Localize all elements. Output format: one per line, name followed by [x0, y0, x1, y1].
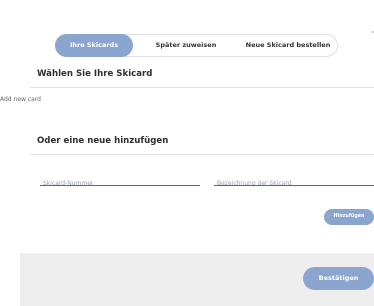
skicard-name-field: [214, 170, 374, 191]
skicard-name-input[interactable]: [214, 176, 374, 191]
skicard-number-field: [40, 170, 203, 191]
select-skicard-heading: Wählen Sie Ihre Skicard: [37, 69, 153, 79]
tab-assign-later[interactable]: Später zuweisen: [146, 34, 226, 57]
section-divider: [30, 154, 374, 155]
tab-order-new-skicard[interactable]: Neue Skicard bestellen: [243, 34, 333, 57]
section-divider: [30, 87, 374, 88]
add-new-heading: Oder eine neue hinzufügen: [37, 136, 169, 146]
tab-my-skicards[interactable]: Ihre Skicards: [55, 34, 133, 57]
add-new-card-link[interactable]: Add new card: [0, 96, 41, 103]
add-card-button[interactable]: Hinzufügen: [324, 209, 374, 225]
skicard-tabs: Ihre Skicards Später zuweisen Neue Skica…: [55, 34, 338, 57]
skicard-number-input[interactable]: [40, 176, 203, 191]
confirm-button[interactable]: Bestätigen: [303, 267, 374, 290]
